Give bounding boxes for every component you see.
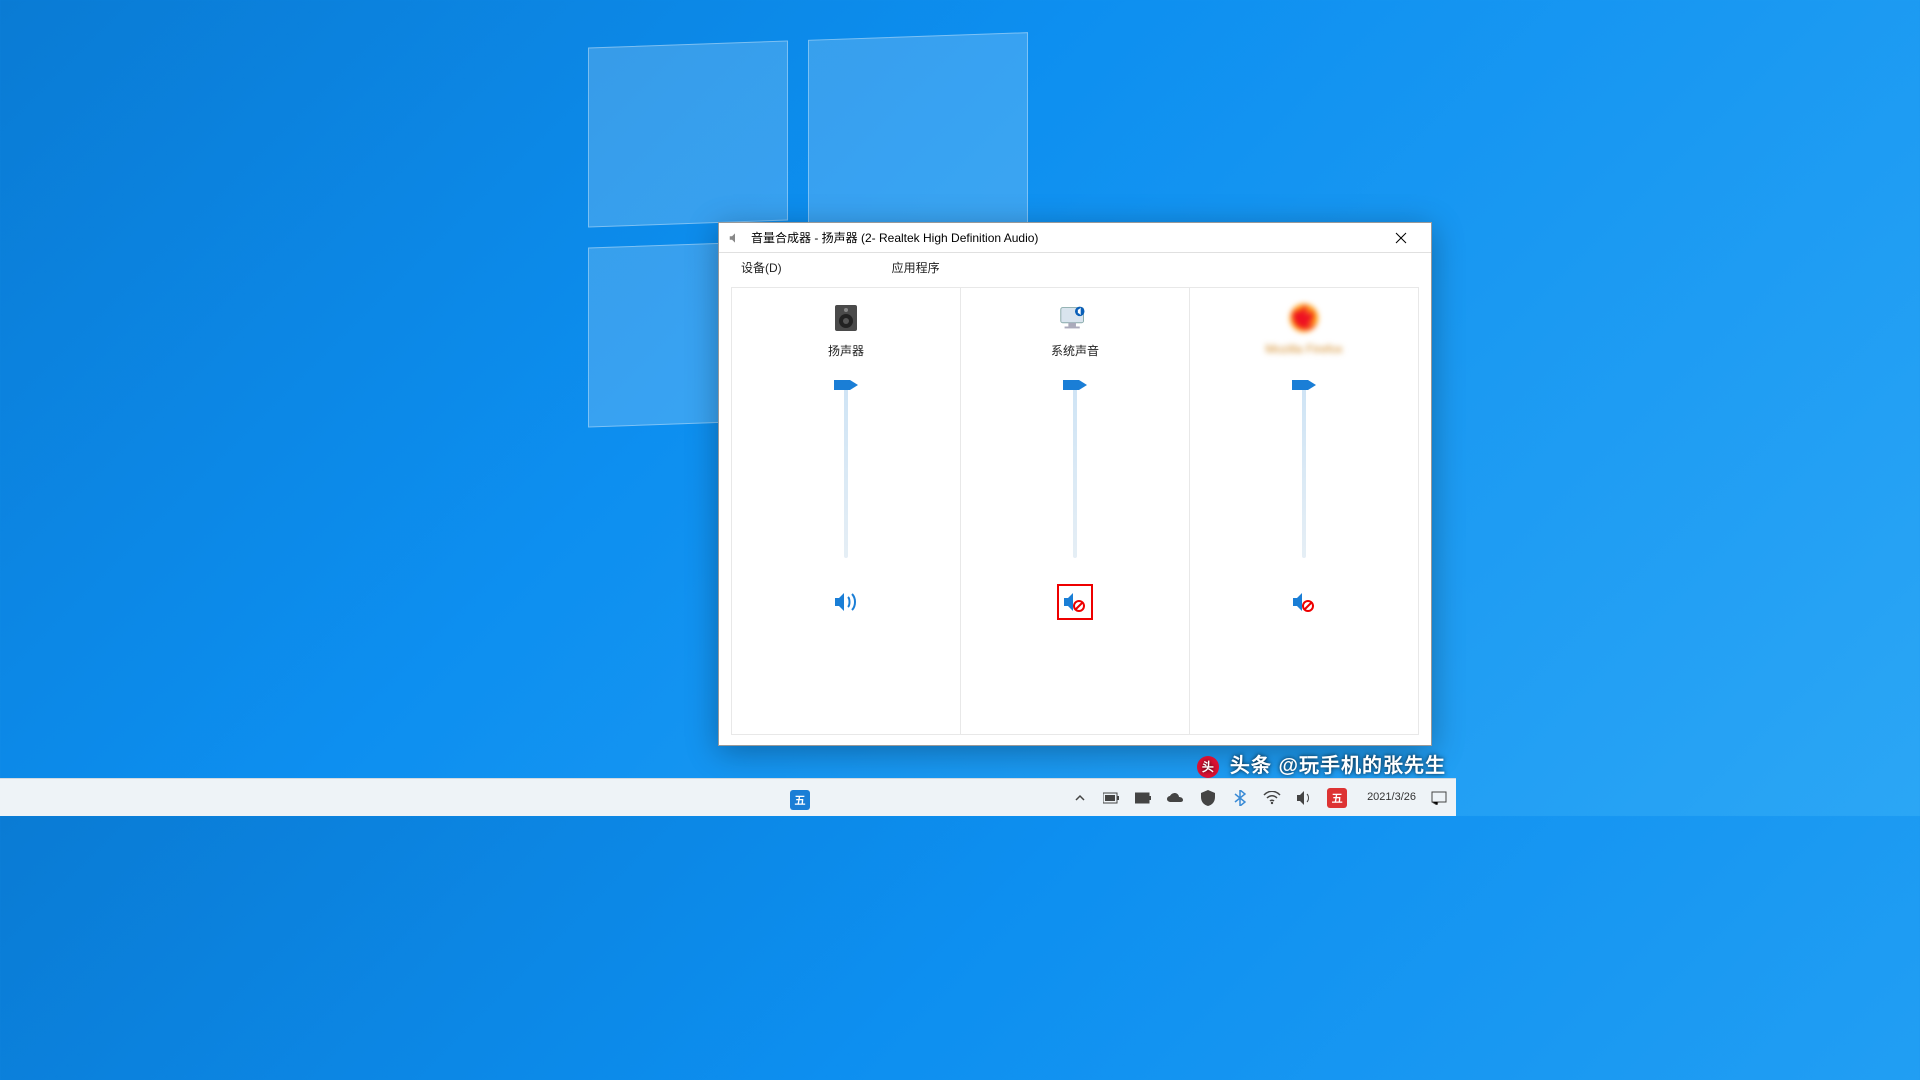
app-column-system-sounds: 系统声音	[960, 287, 1189, 735]
bluetooth-icon[interactable]	[1231, 789, 1249, 807]
section-labels: 设备(D) 应用程序	[719, 259, 1431, 283]
device-column-speaker: 扬声器	[731, 287, 960, 735]
app-name-system-sounds: 系统声音	[1051, 342, 1099, 356]
notifications-icon[interactable]	[1430, 789, 1448, 807]
taskbar[interactable]: 五 五 2021/3/26	[0, 778, 1456, 816]
firefox-icon[interactable]	[1286, 300, 1322, 336]
wifi-icon[interactable]	[1263, 789, 1281, 807]
mute-button-speaker[interactable]	[828, 584, 864, 620]
close-button[interactable]	[1379, 224, 1423, 252]
apps-section-label: 应用程序	[892, 259, 940, 283]
ime-badge-icon[interactable]: 五	[790, 790, 810, 810]
battery-icon[interactable]	[1103, 789, 1121, 807]
window-title: 音量合成器 - 扬声器 (2- Realtek High Definition …	[751, 229, 1038, 246]
device-section-label: 设备(D)	[741, 259, 782, 283]
tray-overflow-chevron-icon[interactable]	[1071, 789, 1089, 807]
power-icon[interactable]	[1135, 789, 1153, 807]
taskbar-date: 2021/3/26	[1367, 791, 1416, 804]
mute-button-system-sounds[interactable]	[1057, 584, 1093, 620]
volume-slider-system-sounds[interactable]	[1055, 378, 1095, 568]
speaker-icon	[727, 230, 743, 246]
watermark-prefix: 头条	[1230, 755, 1272, 777]
watermark-text: 头 头条 @玩手机的张先生	[1197, 749, 1446, 778]
mute-button-firefox[interactable]	[1286, 584, 1322, 620]
security-icon[interactable]	[1199, 789, 1217, 807]
onedrive-icon[interactable]	[1167, 789, 1185, 807]
volume-tray-icon[interactable]	[1295, 789, 1313, 807]
watermark-badge-icon: 头	[1197, 756, 1219, 778]
volume-slider-firefox[interactable]	[1284, 378, 1324, 568]
volume-slider-speaker[interactable]	[826, 378, 866, 568]
ime-tray-icon[interactable]: 五	[1327, 788, 1347, 808]
system-sounds-icon[interactable]	[1057, 300, 1093, 336]
taskbar-clock[interactable]: 2021/3/26	[1367, 791, 1416, 804]
titlebar[interactable]: 音量合成器 - 扬声器 (2- Realtek High Definition …	[719, 223, 1431, 253]
volume-mixer-window: 音量合成器 - 扬声器 (2- Realtek High Definition …	[718, 222, 1432, 746]
device-name: 扬声器	[828, 342, 864, 356]
speaker-device-icon[interactable]	[828, 300, 864, 336]
mixer-columns: 扬声器 系统声音 M	[731, 287, 1419, 735]
watermark-handle: @玩手机的张先生	[1278, 755, 1446, 777]
app-name-firefox: Mozilla Firefox	[1265, 342, 1342, 356]
system-tray: 五 2021/3/26	[1071, 788, 1448, 808]
app-column-firefox: Mozilla Firefox	[1189, 287, 1419, 735]
taskbar-ime-pinned[interactable]: 五	[790, 790, 810, 810]
